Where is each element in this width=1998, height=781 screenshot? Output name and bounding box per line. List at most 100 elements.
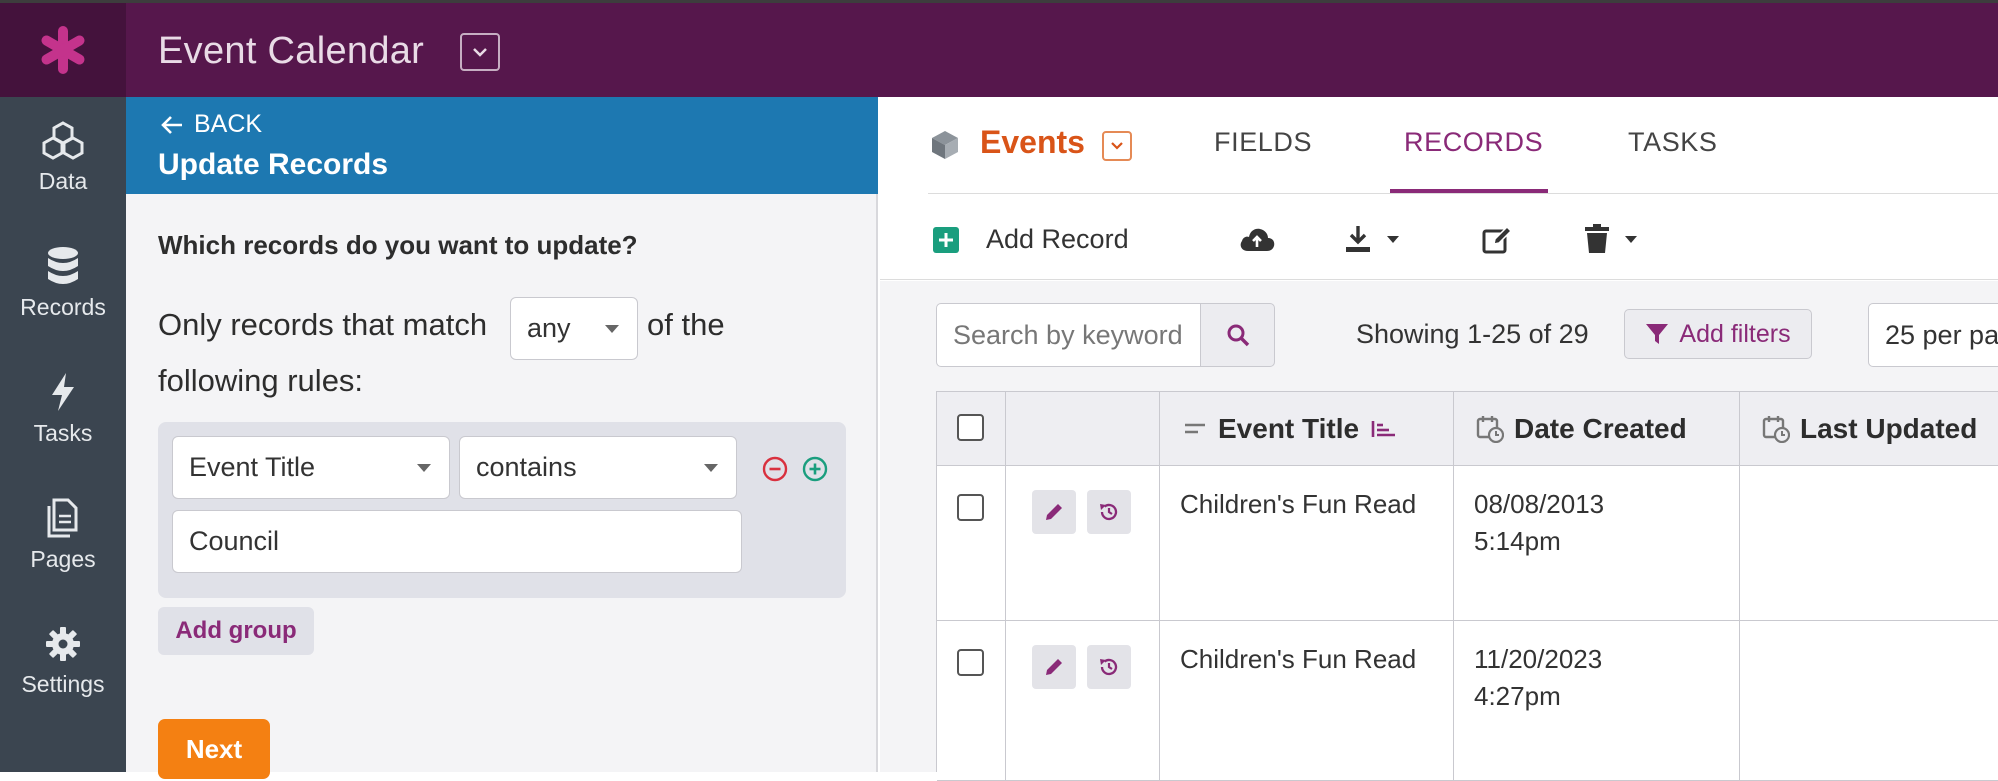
app-logo[interactable] [0,3,126,97]
caret-down-icon [1387,236,1399,243]
asterisk-logo-icon [41,26,85,74]
tab-records[interactable]: RECORDS [1404,127,1543,158]
search-button[interactable] [1200,303,1275,367]
caret-down-icon [1625,236,1637,243]
select-all-header [937,392,1006,466]
add-filters-label: Add filters [1679,319,1791,348]
match-line-2: following rules: [158,363,364,398]
cell-time: 5:14pm [1474,526,1561,556]
column-label: Event Title [1218,412,1360,444]
chevron-down-icon [473,48,487,57]
pencil-icon [1046,659,1062,675]
export-button[interactable] [1344,224,1400,254]
row-checkbox[interactable] [957,649,984,676]
arrow-left-icon [161,115,182,134]
rule-operator-value: contains [476,452,577,482]
add-group-button[interactable]: Add group [158,607,314,655]
nav-item-pages[interactable]: Pages [0,475,126,595]
next-button[interactable]: Next [158,719,270,779]
tab-fields[interactable]: FIELDS [1214,127,1312,158]
table-row-select-cell [937,466,1006,621]
record-history-button[interactable] [1087,490,1131,534]
record-history-button[interactable] [1087,645,1131,689]
nav-item-data[interactable]: Data [0,97,126,217]
left-nav: Data Records Tasks Pages Settings [0,97,126,772]
table-cell-event-title[interactable]: Children's Fun Read [1160,621,1454,781]
actions-header [1006,392,1160,466]
bolt-icon [52,372,74,411]
column-header-last-updated[interactable]: Last Updated [1740,392,1998,466]
edit-record-button[interactable] [1032,645,1076,689]
sort-ascending-icon[interactable] [1371,419,1397,439]
per-page-value: 25 per page [1885,319,1998,350]
rule-operator-select[interactable]: contains [459,436,737,499]
remove-rule-icon[interactable] [762,456,788,482]
object-dropdown[interactable] [1102,131,1132,161]
column-header-event-title[interactable]: Event Title [1160,392,1454,466]
short-text-icon [1185,423,1205,433]
table-cell-last-updated[interactable] [1740,621,1998,781]
per-page-select[interactable]: 25 per page [1868,303,1998,367]
row-checkbox[interactable] [957,494,984,521]
import-button[interactable] [1238,225,1276,253]
nav-item-records[interactable]: Records [0,223,126,343]
rule-value-input[interactable]: Council [172,510,742,573]
nav-label: Settings [21,670,105,697]
cell-text: Children's Fun Read [1180,644,1417,674]
trash-icon [1585,224,1609,253]
cubes-icon [42,120,84,160]
rule-field-value: Event Title [189,452,316,482]
caret-down-icon [605,325,619,333]
update-records-panel: BACK Update Records Which records do you… [126,97,878,779]
tab-tasks[interactable]: TASKS [1628,127,1718,158]
top-bar: Event Calendar [0,0,1998,97]
rules-question: Which records do you want to update? [158,230,638,260]
match-type-select[interactable]: any [510,297,638,360]
table-cell-event-title[interactable]: Children's Fun Read [1160,466,1454,621]
app-title: Event Calendar [158,30,425,72]
gear-icon [46,626,80,661]
nav-label: Records [20,293,106,320]
search-input[interactable] [937,304,1193,366]
app-switcher-dropdown[interactable] [460,33,500,71]
add-record-button[interactable]: Add Record [932,224,1129,255]
match-suffix: of the [647,307,725,342]
cloud-upload-icon [1240,228,1275,251]
nav-label: Data [38,167,88,194]
select-all-checkbox[interactable] [957,414,984,441]
bulk-edit-button[interactable] [1481,224,1513,256]
back-label: BACK [194,110,263,138]
edit-icon [1482,225,1513,254]
table-cell-date-created[interactable]: 11/20/2023 4:27pm [1454,621,1740,781]
filter-icon [1646,324,1669,344]
main-area: Events FIELDS RECORDS TASKS Add Record S… [880,97,1998,781]
back-link[interactable]: BACK [160,110,262,139]
history-icon [1100,658,1118,676]
table-cell-last-updated[interactable] [1740,466,1998,621]
search-icon [1227,324,1249,347]
table-cell-date-created[interactable]: 08/08/2013 5:14pm [1454,466,1740,621]
records-content: Showing 1-25 of 29 Add filters 25 per pa… [880,281,1998,781]
table-row-actions-cell [1006,466,1160,621]
rule-value-text: Council [189,526,280,556]
table-row-select-cell [937,621,1006,781]
nav-item-settings[interactable]: Settings [0,601,126,721]
column-header-date-created[interactable]: Date Created [1454,392,1740,466]
caret-down-icon [417,464,431,472]
nav-item-tasks[interactable]: Tasks [0,349,126,469]
object-header: Events FIELDS RECORDS TASKS [880,97,1998,194]
column-label: Date Created [1514,412,1687,444]
add-rule-icon[interactable] [802,456,828,482]
plus-square-icon [933,226,959,253]
pagination-summary: Showing 1-25 of 29 [1356,319,1589,349]
edit-record-button[interactable] [1032,490,1076,534]
add-filters-button[interactable]: Add filters [1624,309,1812,359]
rule-field-select[interactable]: Event Title [172,436,450,499]
bulk-delete-button[interactable] [1584,224,1638,254]
panel-title: Update Records [158,148,389,181]
match-prefix: Only records that match [158,307,488,342]
rule-group: Event Title contains Council [158,422,846,598]
pencil-icon [1046,504,1062,520]
object-title[interactable]: Events [980,124,1085,161]
calendar-clock-icon [1476,415,1504,443]
